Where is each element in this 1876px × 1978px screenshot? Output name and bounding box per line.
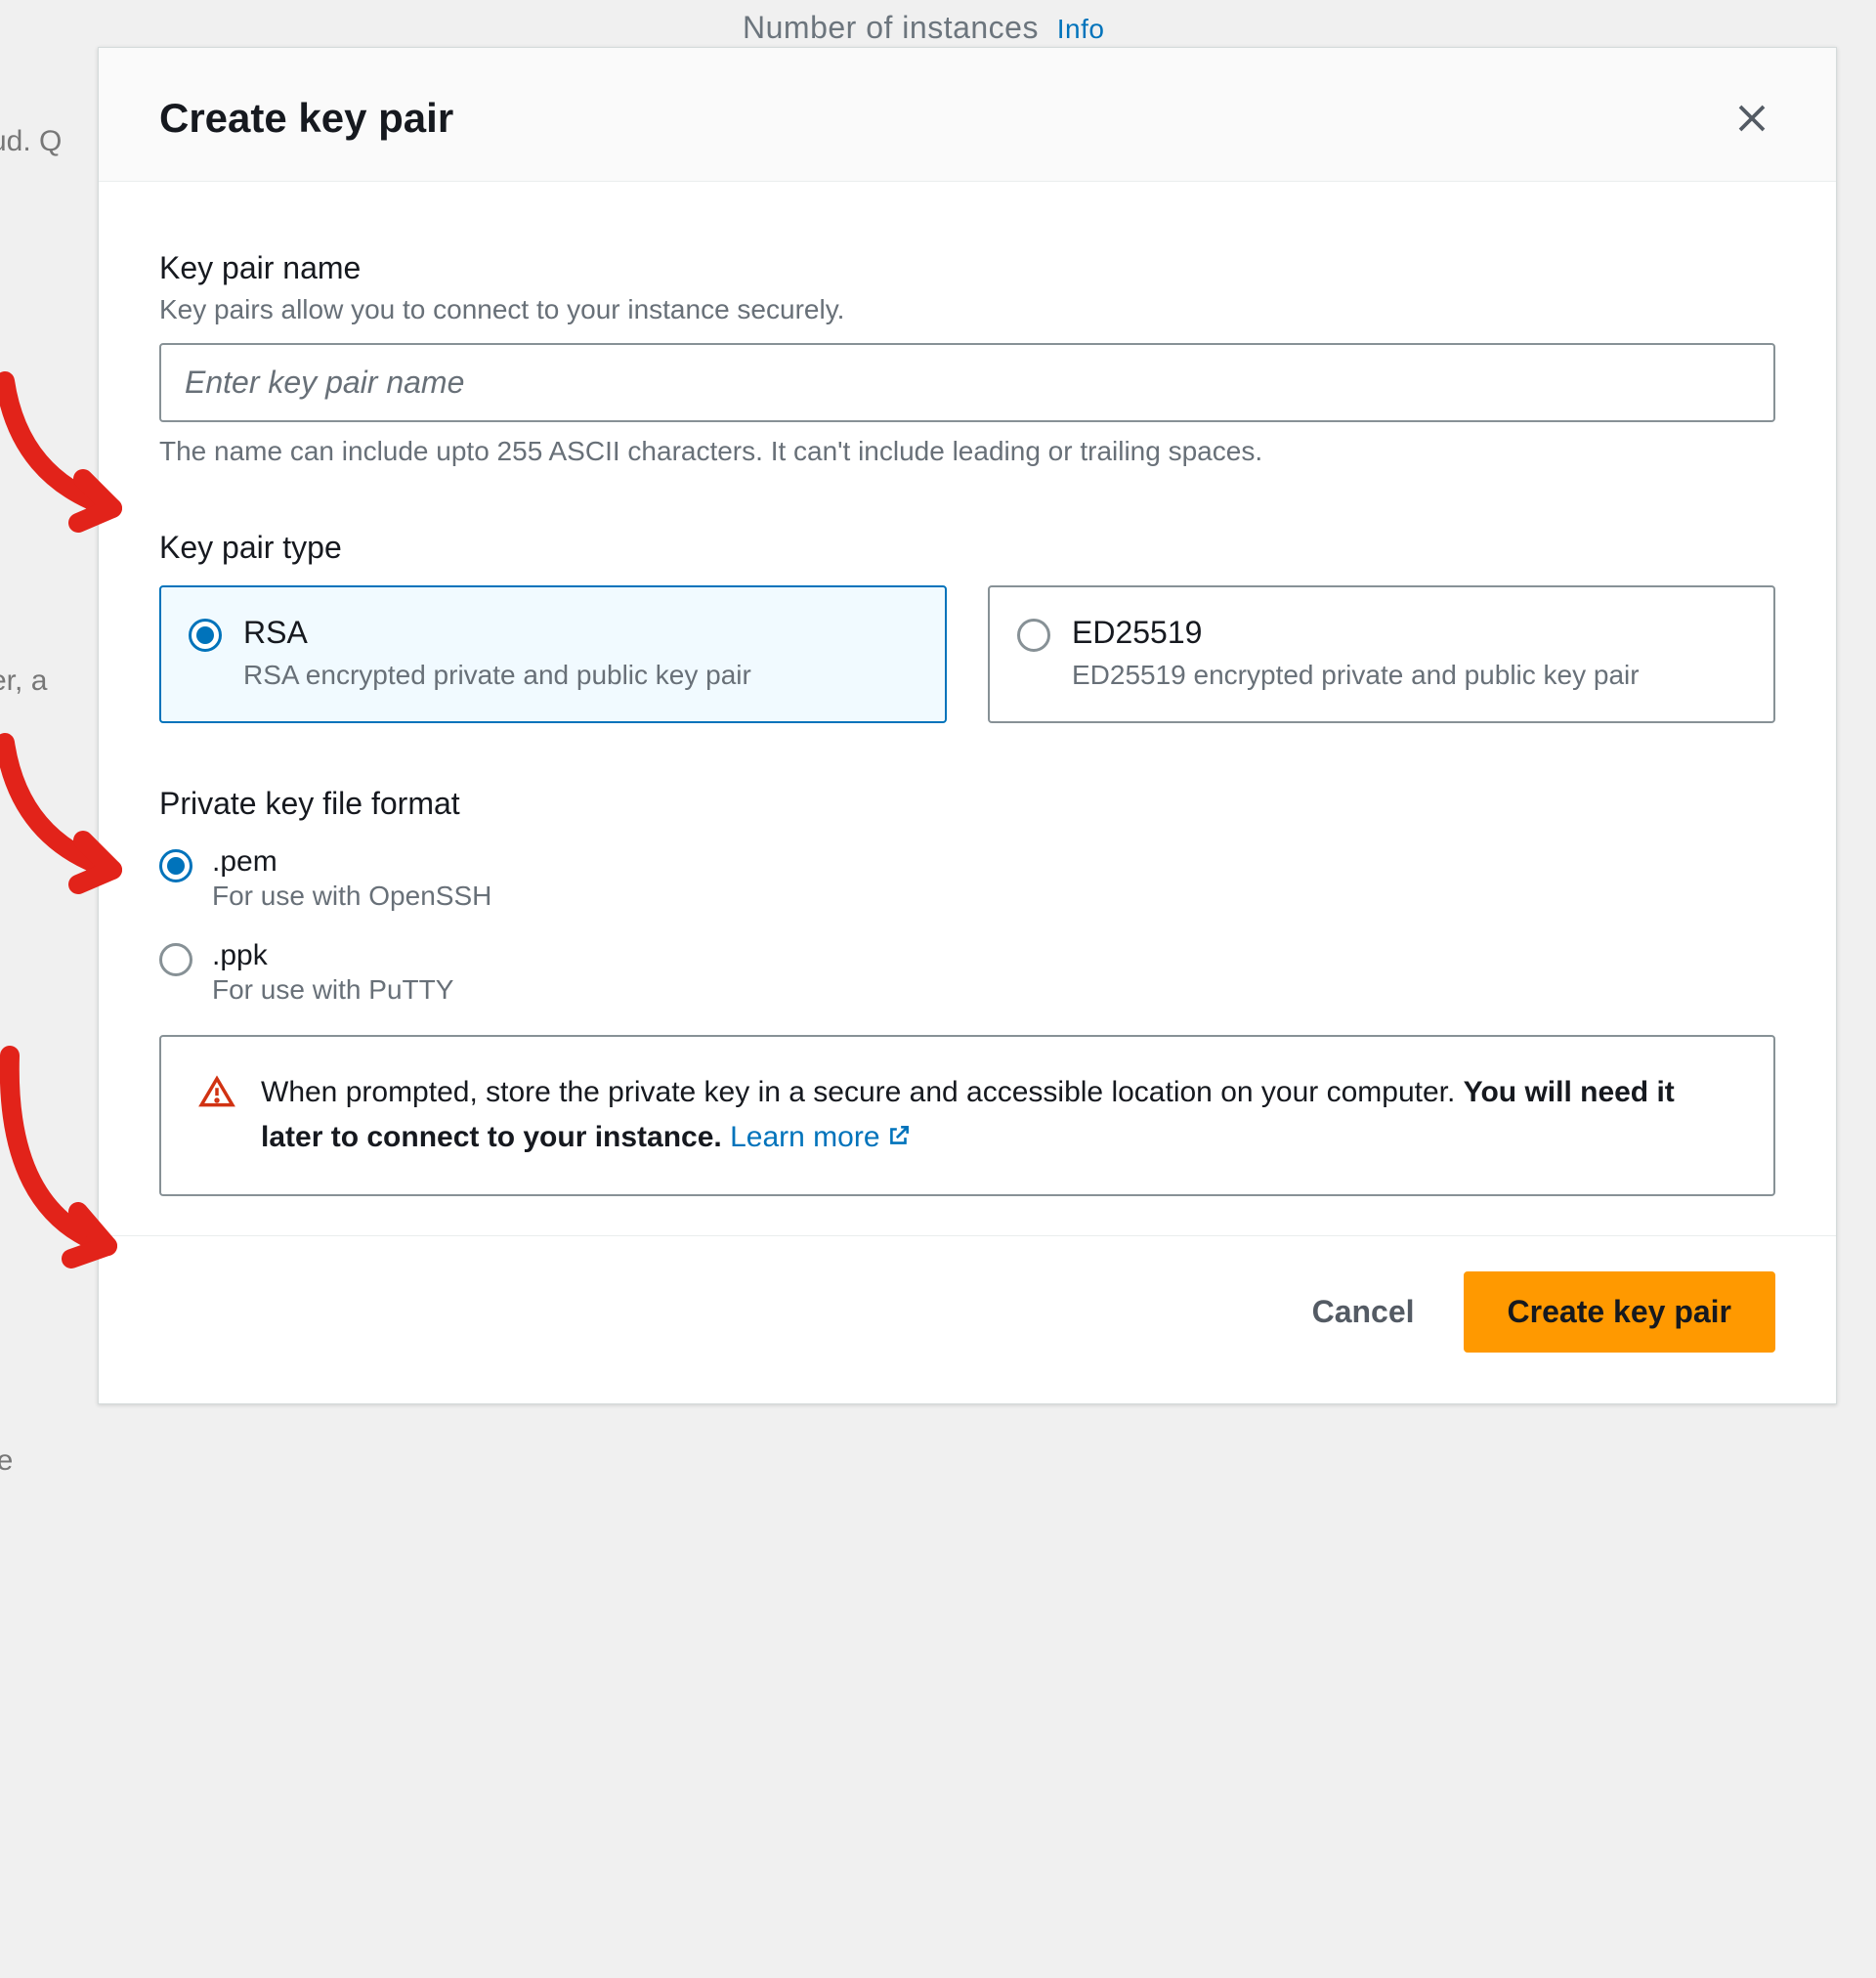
close-button[interactable] xyxy=(1728,95,1775,142)
modal-title: Create key pair xyxy=(159,95,453,142)
cancel-button[interactable]: Cancel xyxy=(1302,1274,1425,1350)
close-icon xyxy=(1734,101,1769,136)
create-key-pair-button[interactable]: Create key pair xyxy=(1464,1271,1775,1353)
modal-footer: Cancel Create key pair xyxy=(99,1235,1836,1403)
warning-icon xyxy=(198,1074,235,1111)
radio-icon xyxy=(189,619,222,652)
key-type-rsa-desc: RSA encrypted private and public key pai… xyxy=(243,657,751,694)
key-type-ed25519-card[interactable]: ED25519 ED25519 encrypted private and pu… xyxy=(988,585,1775,723)
radio-icon xyxy=(1017,619,1050,652)
key-pair-name-section: Key pair name Key pairs allow you to con… xyxy=(159,250,1775,467)
key-type-ed25519-desc: ED25519 encrypted private and public key… xyxy=(1072,657,1640,694)
radio-icon xyxy=(159,849,192,882)
radio-icon xyxy=(159,943,192,976)
format-pem-option[interactable]: .pem For use with OpenSSH xyxy=(159,845,1775,912)
learn-more-link[interactable]: Learn more xyxy=(730,1121,911,1153)
storage-alert: When prompted, store the private key in … xyxy=(159,1035,1775,1196)
modal-header: Create key pair xyxy=(99,48,1836,182)
format-pem-desc: For use with OpenSSH xyxy=(212,881,491,912)
format-pem-title: .pem xyxy=(212,845,491,879)
external-link-icon xyxy=(886,1123,912,1148)
format-ppk-option[interactable]: .ppk For use with PuTTY xyxy=(159,939,1775,1006)
file-format-label: Private key file format xyxy=(159,786,1775,822)
format-ppk-desc: For use with PuTTY xyxy=(212,974,453,1006)
bg-header-text: Number of instances xyxy=(743,10,1039,45)
key-type-ed25519-title: ED25519 xyxy=(1072,615,1640,651)
create-key-pair-modal: Create key pair Key pair name Key pairs … xyxy=(98,47,1837,1404)
bg-text-2: er, a xyxy=(0,665,47,698)
alert-text: When prompted, store the private key in … xyxy=(261,1070,1736,1161)
key-pair-name-desc: Key pairs allow you to connect to your i… xyxy=(159,294,1775,325)
key-pair-name-input[interactable] xyxy=(159,343,1775,422)
key-pair-name-hint: The name can include upto 255 ASCII char… xyxy=(159,436,1775,467)
bg-header: Number of instances Info xyxy=(0,0,1876,46)
file-format-section: Private key file format .pem For use wit… xyxy=(159,786,1775,1006)
format-ppk-title: .ppk xyxy=(212,939,453,972)
key-type-rsa-title: RSA xyxy=(243,615,751,651)
key-pair-type-section: Key pair type RSA RSA encrypted private … xyxy=(159,530,1775,723)
modal-body: Key pair name Key pairs allow you to con… xyxy=(99,182,1836,1235)
bg-text-1: ud. Q xyxy=(0,125,62,158)
key-type-rsa-card[interactable]: RSA RSA encrypted private and public key… xyxy=(159,585,947,723)
alert-text-1: When prompted, store the private key in … xyxy=(261,1076,1464,1108)
key-pair-type-options: RSA RSA encrypted private and public key… xyxy=(159,585,1775,723)
bg-header-info: Info xyxy=(1057,14,1105,44)
key-pair-type-label: Key pair type xyxy=(159,530,1775,566)
bg-text-3: le xyxy=(0,1444,13,1478)
key-pair-name-label: Key pair name xyxy=(159,250,1775,286)
